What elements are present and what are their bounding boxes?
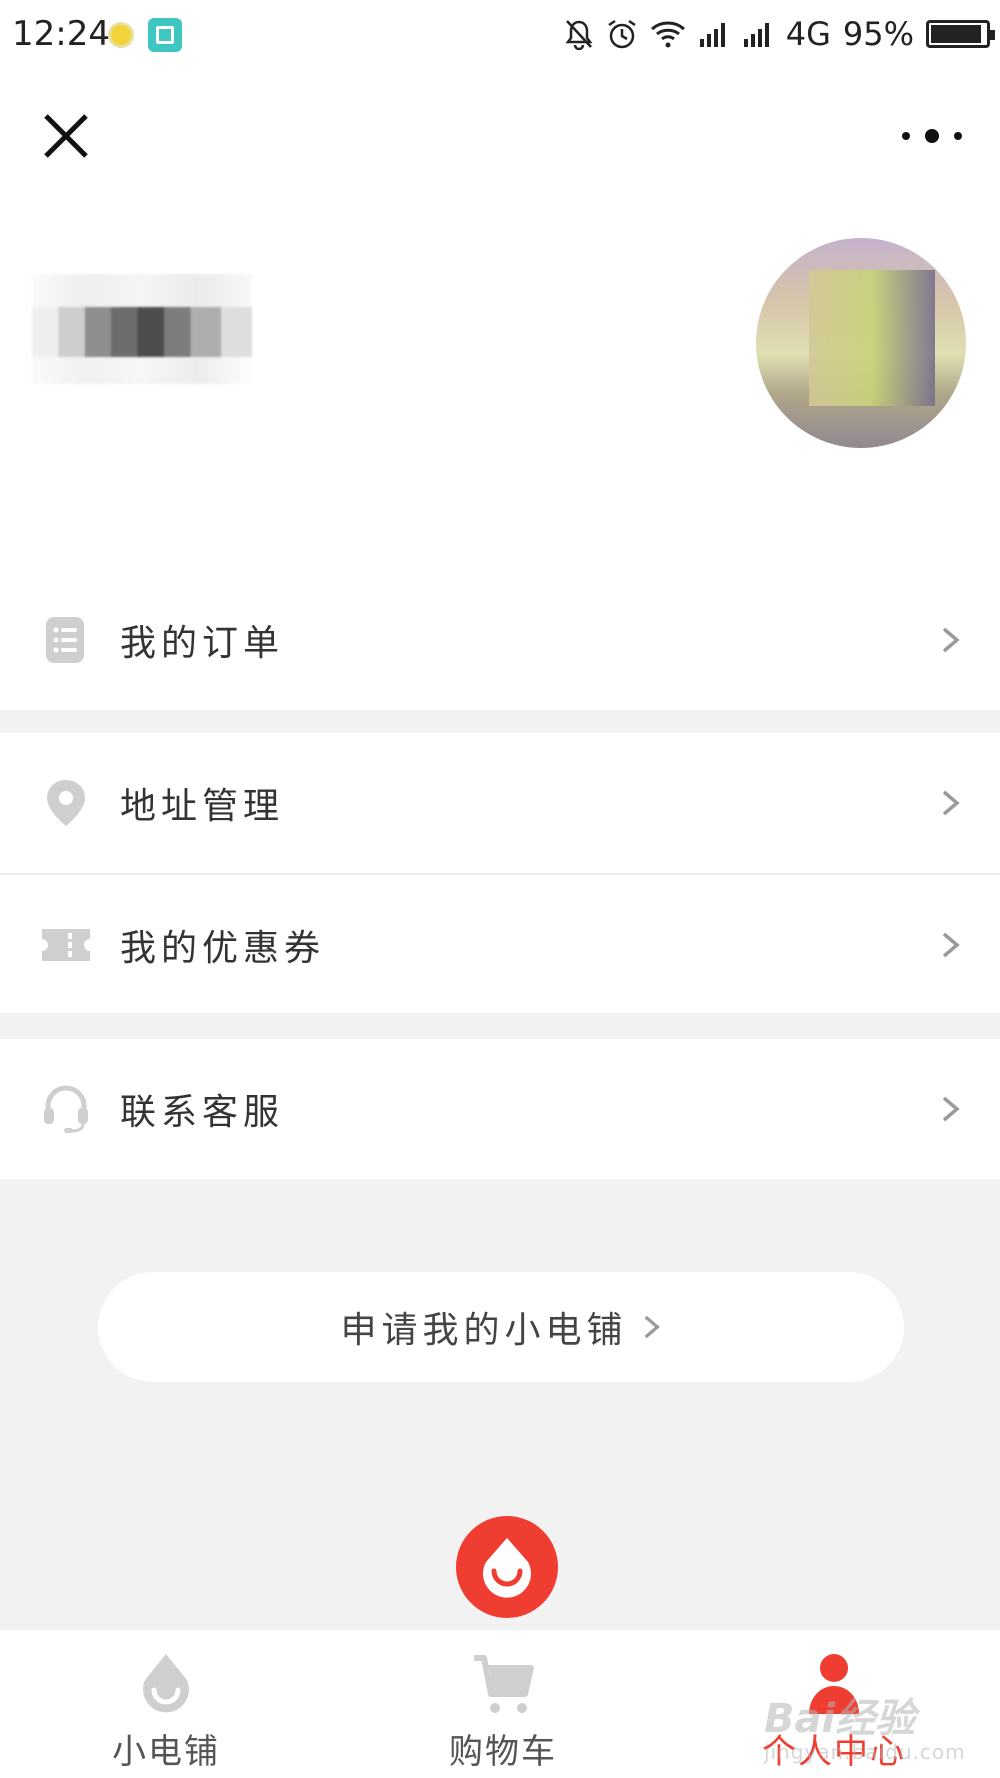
menu-group-service: 联系客服 <box>0 1039 1000 1179</box>
close-icon[interactable] <box>40 110 92 162</box>
tab-label-shop: 小电铺 <box>112 1732 220 1772</box>
menu-group-address: 地址管理 我的优惠券 <box>0 733 1000 1013</box>
battery-icon <box>926 20 995 48</box>
more-icon[interactable] <box>902 122 962 150</box>
menu-label-address: 地址管理 <box>120 786 285 827</box>
watermark-text: Bai <box>764 1696 836 1742</box>
user-name-blurred <box>32 274 252 384</box>
coupon-icon <box>42 929 90 961</box>
cart-icon <box>474 1655 534 1713</box>
scanner-app-icon <box>148 18 182 52</box>
menu-group-orders: 我的订单 <box>0 570 1000 710</box>
baidu-watermark: Bai经验 jingyan.baidu.com <box>764 1686 966 1764</box>
headset-icon <box>44 1085 88 1133</box>
wifi-icon <box>650 21 685 48</box>
signal-icon <box>699 23 725 47</box>
shop-drop-icon <box>143 1654 189 1713</box>
chevron-right-icon <box>644 1315 660 1339</box>
status-bar: 12:24 4G 95% <box>0 0 1000 72</box>
alarm-icon <box>608 19 636 49</box>
menu-item-coupons[interactable]: 我的优惠券 <box>0 873 1000 1013</box>
watermark-sub: jingyan.baidu.com <box>764 1740 966 1764</box>
menu-label-service: 联系客服 <box>120 1092 285 1133</box>
battery-percent: 95% <box>842 15 914 53</box>
menu-item-service[interactable]: 联系客服 <box>0 1039 1000 1179</box>
status-time: 12:24 <box>12 14 110 54</box>
location-pin-icon <box>47 780 85 826</box>
mute-bell-icon <box>565 20 593 50</box>
chevron-right-icon <box>942 932 960 958</box>
page: 12:24 4G 95% 我的订单 地址管理 我的优惠券 联系客服 申请我的小电… <box>0 0 1000 1778</box>
apply-shop-label: 申请我的小电铺 <box>340 1310 628 1351</box>
signal-icon-2 <box>743 23 769 47</box>
watermark-suffix: 经验 <box>835 1696 916 1742</box>
tab-cart[interactable]: 购物车 <box>403 1630 603 1778</box>
tab-label-cart: 购物车 <box>449 1732 557 1772</box>
chevron-right-icon <box>942 627 960 653</box>
network-type: 4G <box>785 15 831 53</box>
tab-shop[interactable]: 小电铺 <box>66 1630 266 1778</box>
order-list-icon <box>46 617 84 663</box>
tab-bar: 小电铺 购物车 个人中心 Bai经验 jingyan.baidu.com <box>0 1630 1000 1778</box>
apply-shop-button[interactable]: 申请我的小电铺 <box>98 1272 904 1382</box>
menu-item-address[interactable]: 地址管理 <box>0 733 1000 873</box>
home-float-button[interactable] <box>456 1516 558 1618</box>
menu-item-orders[interactable]: 我的订单 <box>0 570 1000 710</box>
menu-label-coupons: 我的优惠券 <box>120 928 326 969</box>
shop-drop-icon <box>483 1538 531 1598</box>
notification-app-icon <box>108 22 134 48</box>
profile-header <box>0 72 1000 592</box>
avatar[interactable] <box>756 238 966 448</box>
chevron-right-icon <box>942 790 960 816</box>
chevron-right-icon <box>942 1096 960 1122</box>
menu-label-orders: 我的订单 <box>120 623 285 664</box>
status-icons: 4G 95% <box>564 12 995 56</box>
